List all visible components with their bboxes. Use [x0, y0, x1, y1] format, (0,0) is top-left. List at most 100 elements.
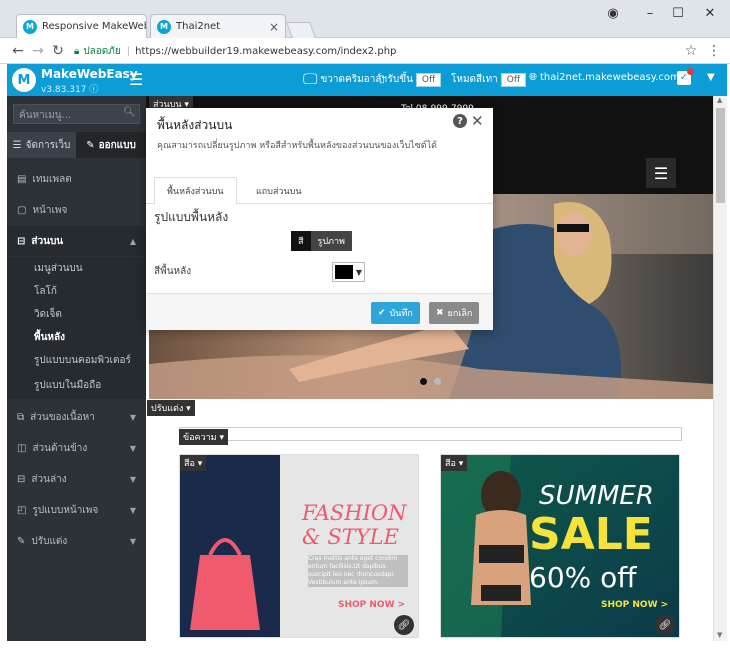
minimize-icon[interactable]: – [640, 6, 660, 21]
maximize-icon[interactable]: ☐ [668, 6, 688, 21]
background-color-picker[interactable]: ▼ [332, 262, 365, 282]
save-label: บันทึก [389, 309, 413, 319]
save-button[interactable]: ✔ บันทึก [371, 302, 420, 324]
url-divider: | [126, 45, 131, 57]
fullwidth-toggle-group: ▯ รับขึ้น Off [379, 72, 442, 87]
segment-image-button[interactable]: รูปภาพ [310, 231, 352, 251]
image-tag[interactable]: สีอ ▾ [441, 455, 468, 471]
sidebar-item-page-layout[interactable]: ◰ รูปแบบหน้าเพจ ▼ [7, 495, 146, 525]
sidebar-sub-background[interactable]: พื้นหลัง [7, 326, 146, 349]
sidebar-search-input[interactable]: ค้นหาเมนู... [13, 104, 140, 124]
new-tab-button[interactable] [286, 22, 316, 38]
image-tag[interactable]: สีอ ▾ [180, 455, 207, 471]
bookmark-star-icon[interactable]: ☆ [683, 43, 699, 59]
check-icon: ✔ [378, 308, 386, 318]
forward-arrow-icon[interactable]: → [30, 43, 46, 59]
promo-subtitle: SALE [529, 509, 653, 560]
help-icon[interactable]: ? [453, 114, 467, 128]
chevron-down-icon: ▼ [129, 443, 136, 453]
chevron-down-icon: ▼ [129, 505, 136, 515]
cancel-label: ยกเลิก [447, 309, 473, 319]
tab-manage-website[interactable]: ☰ จัดการเว็บ [7, 132, 76, 158]
brand-name: MakeWebEasy [41, 67, 138, 81]
link-icon[interactable]: 🔗︎ [394, 615, 414, 635]
tab-header-bar[interactable]: แถบส่วนบน [244, 177, 314, 205]
sidebar-item-footer-section[interactable]: ⊟ ส่วนล่าง ▼ [7, 464, 146, 494]
chevron-down-icon: ▼ [129, 412, 136, 422]
sidebar-sub-mobile-layout[interactable]: รูปแบบในมือถือ [7, 372, 146, 399]
header-section-icon: ⊟ [17, 235, 26, 247]
slider-dot[interactable] [434, 378, 441, 385]
text-section-tag[interactable]: ข้อความ ▾ [179, 429, 228, 445]
sidebar-item-label: ส่วนล่าง [31, 473, 67, 485]
text-section-bar [179, 427, 682, 441]
sidebar-sub-header-menu[interactable]: เมนูส่วนบน [7, 257, 146, 280]
fullwidth-label: รับขึ้น [387, 74, 413, 85]
dialog-tabs: พื้นหลังส่วนบน แถบส่วนบน [146, 172, 493, 205]
app-header: M MakeWebEasy v3.83.317 ⓘ ☰ 🖵︎ ขวาดคริมอ… [7, 64, 727, 96]
sidebar-item-side-section[interactable]: ◫ ส่วนด้านข้าง ▼ [7, 433, 146, 463]
info-icon[interactable]: ⓘ [89, 85, 98, 95]
scrollbar-thumb[interactable] [716, 108, 725, 203]
scroll-down-icon[interactable]: ▼ [717, 631, 722, 639]
promo-fashion-banner[interactable]: สีอ ▾ FASHION & STYLE Cras mattis ante e… [179, 454, 419, 638]
sidebar-item-header-section[interactable]: ⊟ ส่วนบน ▲ [7, 226, 146, 256]
tab-design[interactable]: ✎ ออกแบบ [76, 132, 146, 158]
sidebar-sub-logo[interactable]: โลโก้ [7, 280, 146, 303]
page-icon: ▢ [17, 204, 27, 216]
desktop-monitor-icon: 🖵︎ [303, 70, 318, 88]
promo-cta[interactable]: SHOP NOW > [338, 600, 405, 610]
background-style-heading: รูปแบบพื้นหลัง [154, 210, 229, 224]
cancel-button[interactable]: ✖ ยกเลิก [429, 302, 480, 324]
sidebar-sub-desktop-layout[interactable]: รูปแบบบนคอมพิวเตอร์ [7, 349, 146, 372]
dark-mode-label: โหมดสีเทา [451, 74, 498, 85]
sidebar-item-label: ส่วนด้านข้าง [32, 442, 88, 454]
slider-dot-active[interactable] [420, 378, 427, 385]
promo-body: Cras mattis ante eget condim entum facil… [308, 555, 408, 587]
promo-title: SUMMER [539, 481, 654, 511]
browser-tab-thai2net[interactable]: M Thai2net × [150, 14, 286, 38]
sidebar-sub-widget[interactable]: วิดเจ็ต [7, 303, 146, 326]
tab-header-background[interactable]: พื้นหลังส่วนบน [154, 177, 237, 205]
color-swatch [335, 265, 353, 279]
cross-icon: ✖ [436, 308, 444, 318]
back-arrow-icon[interactable]: ← [10, 43, 26, 59]
background-color-label: สีพื้นหลัง [154, 266, 192, 277]
sidebar-item-label: รูปแบบหน้าเพจ [32, 504, 99, 516]
site-domain-link[interactable]: 🌐︎ thai2net.makewebeasy.com [529, 72, 680, 83]
promo-subtitle: & STYLE [302, 525, 399, 549]
sidebar-item-content-section[interactable]: ⧉ ส่วนของเนื้อหา ▼ [7, 402, 146, 432]
sidebar-item-label: เทมเพลต [32, 173, 72, 185]
close-icon[interactable]: ✕ [471, 112, 484, 130]
sidebar-item-label: หน้าเพจ [32, 204, 68, 216]
segment-color-button[interactable]: สี [291, 231, 311, 251]
sidebar-item-customize[interactable]: ✎ ปรับแต่ง ▼ [7, 526, 146, 556]
browser-menu-icon[interactable]: ⋮ [706, 43, 722, 59]
sidebar-item-template[interactable]: ▤ เทมเพลต [7, 164, 146, 194]
canvas-scrollbar[interactable]: ▲ ▼ [713, 96, 727, 641]
dark-mode-toggle[interactable]: Off [500, 72, 527, 87]
site-menu-icon[interactable]: ☰ [646, 158, 676, 188]
url-field[interactable]: 🔒︎ ปลอดภัย | https://webbuilder19.makewe… [74, 41, 674, 61]
close-window-icon[interactable]: ✕ [700, 6, 720, 21]
fullwidth-toggle[interactable]: Off [415, 72, 442, 87]
sidebar-item-pages[interactable]: ▢ หน้าเพจ [7, 195, 146, 225]
browser-tab-label: Responsive MakeWebEas [42, 21, 146, 32]
link-icon[interactable]: 🔗︎ [655, 615, 675, 635]
notification-badge [687, 68, 694, 75]
chevron-down-icon: ▼ [129, 474, 136, 484]
promo-summer-banner[interactable]: สีอ ▾ SUMMER SALE 60% off SHOP NOW > 🔗︎ [440, 454, 680, 638]
browser-tab-makewebeasy[interactable]: M Responsive MakeWebEas × [16, 14, 147, 38]
adjust-tag[interactable]: ปรับแต่ง ▾ [147, 400, 195, 416]
account-dropdown-icon[interactable]: ▼ [707, 72, 715, 83]
scroll-up-icon[interactable]: ▲ [717, 96, 722, 104]
desktop-preview-button[interactable]: 🖵︎ ขวาดคริมอาล์ฯ [303, 70, 387, 88]
reload-icon[interactable]: ↻ [50, 43, 66, 59]
promo-cta[interactable]: SHOP NOW > [601, 600, 668, 610]
close-tab-icon[interactable]: × [263, 20, 279, 34]
version-label: v3.83.317 ⓘ [41, 85, 99, 95]
profile-icon[interactable]: ◉ [603, 6, 623, 21]
secure-label: ปลอดภัย [83, 45, 121, 57]
url-text: https://webbuilder19.makewebeasy.com/ind… [135, 45, 397, 57]
hamburger-menu-icon[interactable]: ☰ [129, 70, 143, 89]
